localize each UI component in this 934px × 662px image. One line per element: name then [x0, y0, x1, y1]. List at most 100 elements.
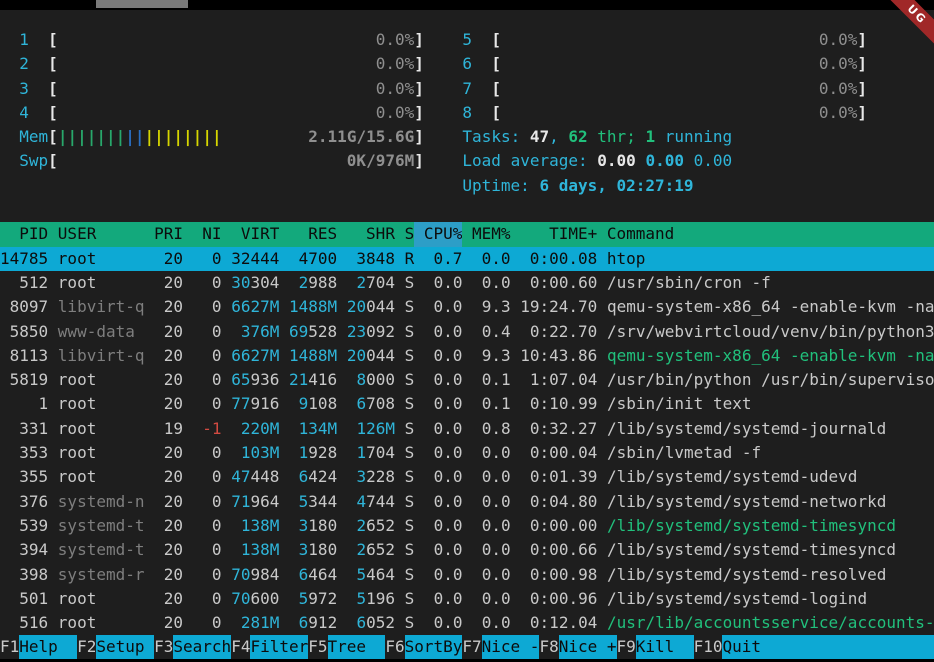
user-cell: systemd-t [58, 538, 154, 562]
text-segment [472, 101, 491, 125]
fkey-F9-label[interactable]: Kill [636, 635, 694, 659]
fkey-F1[interactable]: F1 [0, 635, 19, 659]
text-segment [424, 77, 463, 101]
state-cell: S [395, 295, 424, 319]
value-mb-part: 3 [356, 465, 366, 489]
text-segment: 0 [193, 368, 222, 392]
fkey-F3-label[interactable]: Search [173, 635, 231, 659]
cpu-meter-row-1-5: 1 [ 0.0%] 5 [ 0.0%] [0, 28, 934, 52]
process-row-516[interactable]: 516 root 20 0 281M 6912 6052 S 0.0 0.0 0… [0, 611, 934, 635]
text-segment [337, 368, 347, 392]
fkey-F4-label[interactable]: Filter [250, 635, 308, 659]
meter-bracket: ] [414, 77, 424, 101]
process-row-331[interactable]: 331 root 19 -1 220M 134M 126M S 0.0 0.8 … [0, 417, 934, 441]
text-segment: 20 [154, 514, 193, 538]
pid-cell: 394 [0, 538, 58, 562]
mem-cell: 0.0 [472, 441, 520, 465]
text-segment: 0 [193, 611, 222, 635]
column-headers[interactable]: PID USER PRI NI VIRT RES SHR S [0, 222, 414, 246]
fkey-F9[interactable]: F9 [617, 635, 636, 659]
text-segment: 0 [193, 465, 222, 489]
process-row-398[interactable]: 398 systemd-r 20 0 70984 6464 5464 S 0.0… [0, 563, 934, 587]
window-tab-sliver[interactable] [96, 0, 188, 8]
cpu-cell: 0.0 [424, 514, 472, 538]
fkey-F3[interactable]: F3 [154, 635, 173, 659]
text-segment [424, 52, 463, 76]
mem-meter-value: 2.11G/15.6G [308, 125, 414, 149]
pid-cell: 5850 [0, 320, 58, 344]
process-row-539[interactable]: 539 systemd-t 20 0 138M 3180 2652 S 0.0 … [0, 514, 934, 538]
cpu-meter-row-4-8: 4 [ 0.0%] 8 [ 0.0%] [0, 101, 934, 125]
fkey-F7-label[interactable]: Nice - [482, 635, 540, 659]
text-segment [231, 441, 241, 465]
state-cell: S [395, 320, 424, 344]
process-row-394[interactable]: 394 systemd-t 20 0 138M 3180 2652 S 0.0 … [0, 538, 934, 562]
fkey-F4[interactable]: F4 [231, 635, 250, 659]
state-cell: S [395, 417, 424, 441]
text-segment: 20 [154, 538, 193, 562]
meter-bracket: ] [857, 101, 867, 125]
text-segment [279, 441, 289, 465]
pid-cell: 5819 [0, 368, 58, 392]
text-segment [337, 514, 347, 538]
uptime-row: Uptime: 6 days, 02:27:19 [0, 174, 934, 198]
process-row-8097[interactable]: 8097 libvirt-q 20 0 6627M 1488M 20044 S … [0, 295, 934, 319]
user-cell: systemd-t [58, 514, 154, 538]
state-cell: S [395, 514, 424, 538]
fkey-F5-label[interactable]: Tree [328, 635, 386, 659]
fkey-F10[interactable]: F10 [694, 635, 723, 659]
state-cell: S [395, 587, 424, 611]
fkey-F5[interactable]: F5 [308, 635, 327, 659]
fkey-F1-label[interactable]: Help [19, 635, 77, 659]
text-segment [0, 77, 19, 101]
fkey-F6-label[interactable]: SortBy [405, 635, 463, 659]
load-average-text: 0.00 [645, 149, 693, 173]
value-mb-part: 65 [231, 368, 250, 392]
table-header[interactable]: PID USER PRI NI VIRT RES SHR S CPU% MEM%… [0, 222, 934, 246]
meter-bracket: [ [48, 52, 58, 76]
text-segment [424, 149, 463, 173]
value-mb-part: 69 [289, 320, 308, 344]
sort-column-header-cpu[interactable]: CPU% [414, 222, 462, 246]
state-cell: S [395, 490, 424, 514]
text-segment [279, 271, 289, 295]
text-segment: 20 [154, 611, 193, 635]
process-row-512[interactable]: 512 root 20 0 30304 2988 2704 S 0.0 0.0 … [0, 271, 934, 295]
text-segment [222, 538, 232, 562]
state-cell: S [395, 441, 424, 465]
text-segment: 0 [193, 441, 222, 465]
process-row-8113[interactable]: 8113 libvirt-q 20 0 6627M 1488M 20044 S … [0, 344, 934, 368]
text-segment [222, 344, 232, 368]
state-cell: S [395, 563, 424, 587]
cpu-cell: 0.0 [424, 320, 472, 344]
process-row-501[interactable]: 501 root 20 0 70600 5972 5196 S 0.0 0.0 … [0, 587, 934, 611]
fkey-F2[interactable]: F2 [77, 635, 96, 659]
column-headers[interactable]: MEM% TIME+ Command [462, 222, 934, 246]
text-segment: 916 [250, 392, 279, 416]
fkey-F2-label[interactable]: Setup [96, 635, 154, 659]
process-row-376[interactable]: 376 systemd-n 20 0 71964 5344 4744 S 0.0… [0, 490, 934, 514]
text-segment: 912 [308, 611, 337, 635]
text-segment [289, 392, 299, 416]
process-row-353[interactable]: 353 root 20 0 103M 1928 1704 S 0.0 0.0 0… [0, 441, 934, 465]
fkey-F10-label[interactable]: Quit [722, 635, 934, 659]
text-segment: 20 [154, 344, 193, 368]
text-segment [337, 271, 347, 295]
fkey-F7[interactable]: F7 [462, 635, 481, 659]
cpu-meter-label: 1 [19, 28, 29, 52]
fkey-F8[interactable]: F8 [539, 635, 558, 659]
text-segment [279, 465, 289, 489]
process-row-5850[interactable]: 5850 www-data 20 0 376M 69528 23092 S 0.… [0, 320, 934, 344]
process-row-5819[interactable]: 5819 root 20 0 65936 21416 8000 S 0.0 0.… [0, 368, 934, 392]
process-row-355[interactable]: 355 root 20 0 47448 6424 3228 S 0.0 0.0 … [0, 465, 934, 489]
fkey-F8-label[interactable]: Nice + [559, 635, 617, 659]
state-cell: S [395, 271, 424, 295]
text-segment [279, 417, 289, 441]
cpu-cell: 0.0 [424, 417, 472, 441]
text-segment: 20 [154, 295, 193, 319]
value-mb-part: 2 [299, 271, 309, 295]
process-row-1[interactable]: 1 root 20 0 77916 9108 6708 S 0.0 0.1 0:… [0, 392, 934, 416]
fkey-F6[interactable]: F6 [385, 635, 404, 659]
mem-cell: 0.1 [472, 392, 520, 416]
process-row-14785[interactable]: 14785 root 20 0 32444 4700 3848 R 0.7 0.… [0, 247, 934, 271]
